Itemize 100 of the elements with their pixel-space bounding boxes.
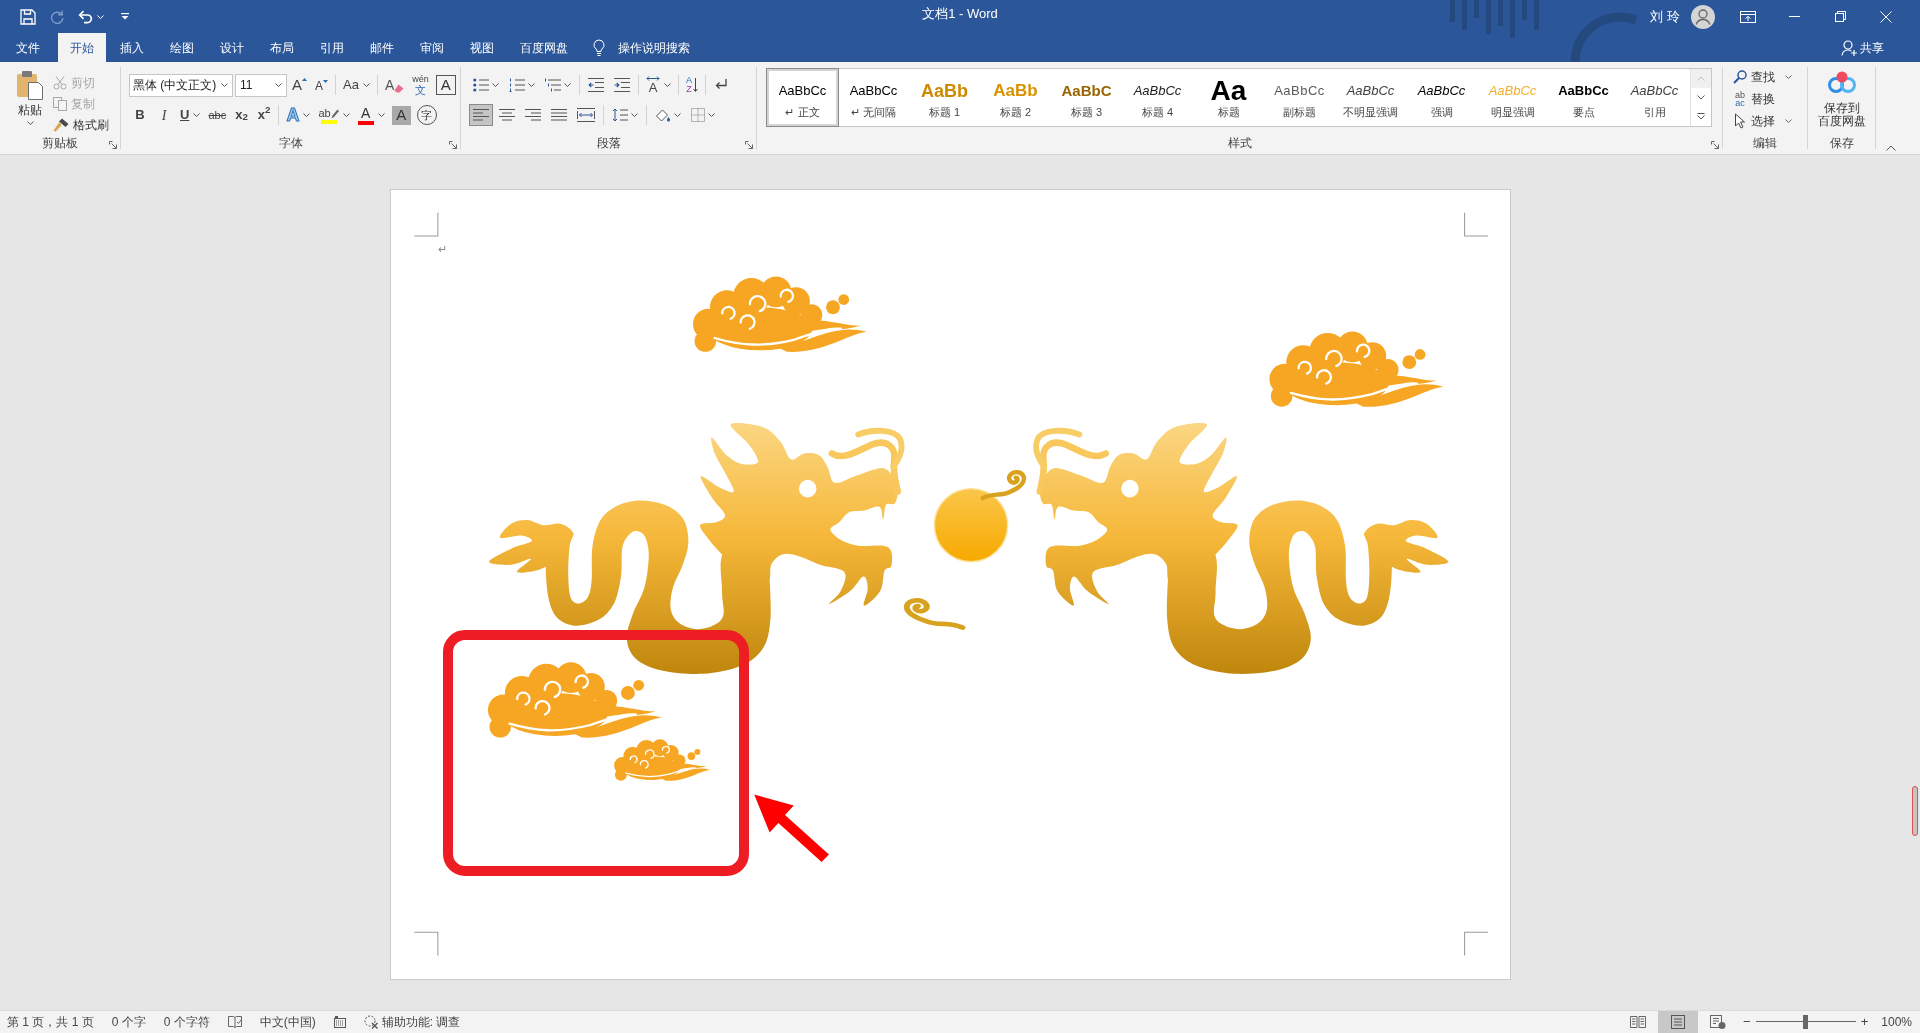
- window-title: 文档1 - Word: [922, 5, 998, 22]
- minimize-icon[interactable]: [1788, 16, 1800, 17]
- ribbon-tab[interactable]: 设计: [208, 33, 256, 62]
- style-gallery-item[interactable]: AaBb 标题 1: [909, 69, 980, 126]
- font-size-field[interactable]: 11: [235, 73, 287, 97]
- style-gallery-item[interactable]: Aa 标题: [1193, 69, 1264, 126]
- status-text: 中文(中国): [259, 1014, 316, 1031]
- justify-icon: [551, 109, 567, 121]
- lightbulb-icon[interactable]: [593, 39, 605, 56]
- undo-icon[interactable]: [77, 9, 93, 24]
- ribbon-group-label: 保存: [1829, 136, 1854, 150]
- select-button[interactable]: 选择: [1733, 111, 1807, 131]
- save-to-cloud-button[interactable]: 保存到 百度网盘: [1817, 62, 1866, 128]
- zoom-level-text[interactable]: 100%: [1881, 1013, 1912, 1031]
- phonetic-guide-button[interactable]: wén 文: [409, 74, 432, 96]
- font-name-field[interactable]: 黑体 (中文正文): [129, 73, 233, 97]
- highlight-button[interactable]: ab: [315, 104, 353, 126]
- zoom-in-button[interactable]: +: [1860, 1015, 1869, 1029]
- triangle-down-icon: [323, 80, 329, 83]
- dialog-launcher-icon[interactable]: [449, 141, 457, 149]
- underline-button[interactable]: U: [177, 104, 204, 126]
- ribbon-tab[interactable]: 插入: [108, 33, 156, 62]
- triangle-up-icon: [302, 78, 307, 81]
- accessibility-checker-button[interactable]: 辅助功能: 调查: [363, 1013, 461, 1031]
- sort-button[interactable]: A Z: [683, 74, 701, 96]
- scissors-icon: [53, 75, 67, 90]
- ribbon-tab[interactable]: 布局: [258, 33, 306, 62]
- ribbon-tab[interactable]: 邮件: [358, 33, 406, 62]
- format-painter-button[interactable]: 格式刷: [53, 115, 109, 134]
- clipboard-icon: [16, 70, 44, 100]
- style-gallery-item[interactable]: AaBbCc 副标题: [1264, 69, 1335, 126]
- crop-mark: [1464, 931, 1489, 957]
- clear-formatting-button[interactable]: A: [381, 74, 408, 96]
- open-book-icon: [1630, 1015, 1647, 1029]
- style-gallery-item[interactable]: AaBbCc ↵ 无间隔: [838, 69, 909, 126]
- ribbon-tab[interactable]: 绘图: [158, 33, 206, 62]
- ribbon-tab[interactable]: 百度网盘: [508, 33, 580, 62]
- align-center-icon: [499, 109, 515, 121]
- zoom-out-button[interactable]: −: [1743, 1015, 1751, 1029]
- dialog-launcher-icon[interactable]: [745, 141, 753, 149]
- book-check-icon[interactable]: [227, 1015, 242, 1029]
- find-button[interactable]: 查找: [1733, 67, 1807, 87]
- font-color-button[interactable]: A: [354, 104, 388, 126]
- style-gallery-item[interactable]: AaBb 标题 2: [980, 69, 1051, 126]
- strikethrough-button[interactable]: abc: [205, 104, 230, 126]
- dialog-launcher-icon[interactable]: [1711, 141, 1719, 149]
- style-gallery-item[interactable]: AaBbCc 要点: [1548, 69, 1619, 126]
- align-right-icon: [525, 109, 541, 121]
- change-case-button[interactable]: Aa: [340, 74, 373, 96]
- superscript-button[interactable]: x$^{2}$: [253, 104, 275, 126]
- character-shading-button[interactable]: A: [391, 105, 411, 125]
- paste-button[interactable]: 粘贴: [10, 68, 50, 134]
- tell-me-search-field[interactable]: 操作说明搜索: [618, 37, 702, 58]
- zoom-slider[interactable]: [1755, 1015, 1856, 1029]
- italic-button[interactable]: I: [153, 104, 175, 126]
- caret-down-icon: [275, 83, 282, 87]
- style-gallery-item[interactable]: AaBbCc 强调: [1406, 69, 1477, 126]
- dialog-launcher-icon[interactable]: [109, 141, 117, 149]
- restore-icon[interactable]: [1834, 11, 1846, 22]
- crop-mark: [1464, 212, 1489, 237]
- scrollbar-thumb[interactable]: [1912, 786, 1918, 836]
- down-arrow-icon: [693, 78, 698, 92]
- scroll-down-icon[interactable]: [1697, 95, 1705, 100]
- subscript-button[interactable]: x$_{2}$: [231, 104, 252, 126]
- decrease-indent-icon: [588, 78, 604, 92]
- style-gallery-item[interactable]: AaBbC 标题 3: [1051, 69, 1122, 126]
- align-left-button[interactable]: [469, 104, 493, 126]
- close-icon[interactable]: [1880, 10, 1892, 23]
- zoom-slider-thumb[interactable]: [1803, 1015, 1809, 1029]
- bold-button[interactable]: B: [129, 104, 151, 126]
- ribbon-tab[interactable]: 视图: [458, 33, 506, 62]
- grow-font-button[interactable]: A: [289, 74, 310, 96]
- line-spacing-icon: [612, 108, 628, 122]
- style-gallery-item[interactable]: AaBbCc 不明显强调: [1335, 69, 1406, 126]
- ribbon-tab[interactable]: 开始: [58, 33, 106, 62]
- shrink-font-button[interactable]: A: [312, 74, 332, 96]
- caret-down-icon[interactable]: [97, 14, 104, 19]
- collapse-ribbon-icon[interactable]: [1886, 145, 1896, 151]
- asian-layout-button[interactable]: A: [643, 74, 674, 96]
- double-arrow-icon: [646, 75, 660, 81]
- print-layout-button[interactable]: [1658, 1011, 1699, 1033]
- ribbon-tab[interactable]: 引用: [308, 33, 356, 62]
- customize-toolbar-icon[interactable]: [121, 13, 129, 20]
- pen-icon: [330, 108, 339, 119]
- accessibility-icon: [363, 1015, 378, 1029]
- macro-sheet-icon[interactable]: [333, 1016, 346, 1028]
- style-gallery-item[interactable]: AaBbCc ↵ 正文: [767, 69, 838, 126]
- ribbon-display-options-icon[interactable]: [1740, 10, 1756, 23]
- style-gallery-item[interactable]: AaBbCc 引用: [1619, 69, 1690, 126]
- share-button[interactable]: 共享: [1841, 38, 1884, 57]
- character-border-button[interactable]: A: [435, 75, 456, 95]
- ribbon-tab[interactable]: 审阅: [408, 33, 456, 62]
- user-avatar-icon[interactable]: [1691, 4, 1715, 29]
- ribbon-group-label: 段落: [596, 136, 621, 150]
- style-gallery-item[interactable]: AaBbCc 明显强调: [1477, 69, 1548, 126]
- style-gallery-item[interactable]: AaBbCc 标题 4: [1122, 69, 1193, 126]
- more-styles-icon[interactable]: [1697, 113, 1705, 120]
- distribute-icon: [577, 108, 595, 122]
- save-icon[interactable]: [20, 8, 36, 25]
- ribbon-tab[interactable]: 文件: [4, 33, 52, 62]
